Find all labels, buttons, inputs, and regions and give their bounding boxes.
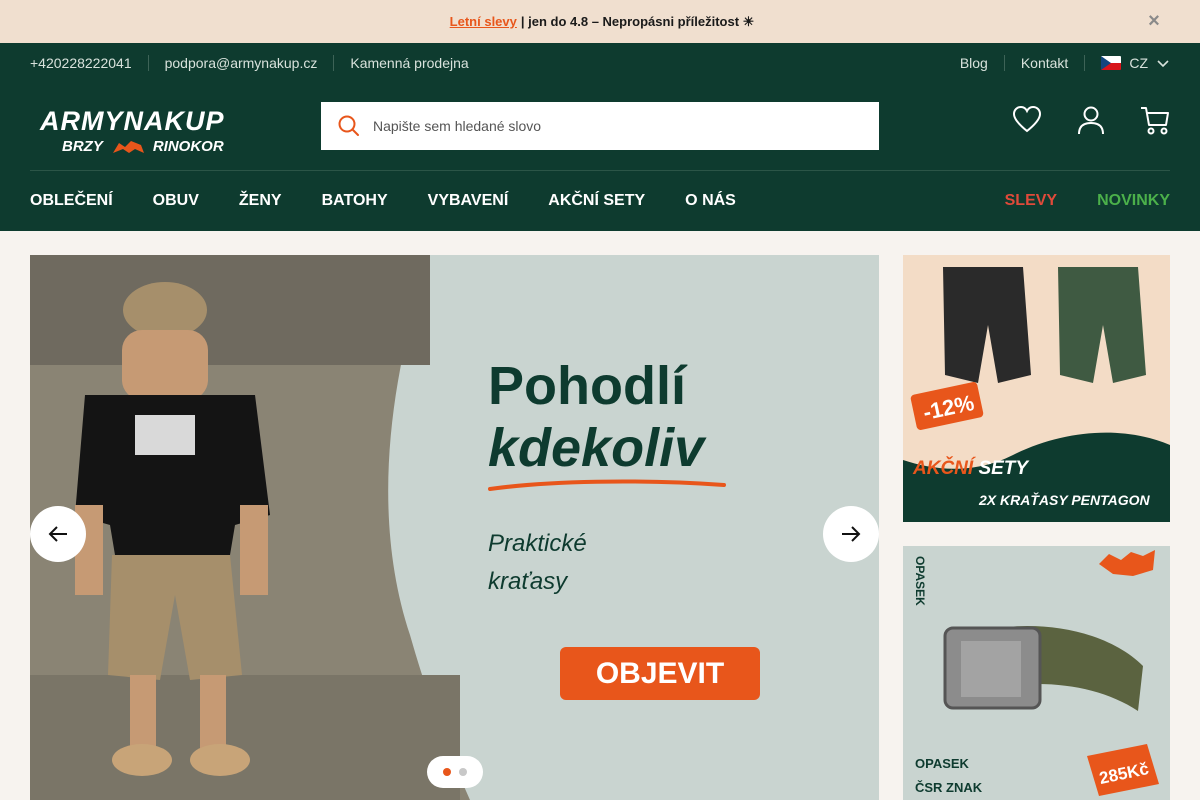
user-icon[interactable] xyxy=(1076,104,1106,136)
slider-dots xyxy=(427,756,483,788)
contact-link[interactable]: Kontakt xyxy=(1021,55,1068,71)
slider-prev-button[interactable] xyxy=(30,506,86,562)
language-selector[interactable]: CZ xyxy=(1101,55,1170,71)
slider-next-button[interactable] xyxy=(823,506,879,562)
close-icon[interactable]: × xyxy=(1144,11,1164,31)
logo-text: ARMYNAKUP xyxy=(40,106,225,136)
divider xyxy=(333,55,335,71)
hero-slider[interactable]: Pohodlí kdekoliv Praktické kraťasy OBJEV… xyxy=(30,255,879,800)
banner2-side-label: OPASEK xyxy=(913,556,927,606)
topbar: +420228222041 podpora@armynakup.cz Kamen… xyxy=(30,43,1170,83)
logo-brzy: BRZY xyxy=(62,138,103,155)
nav-item-novinky[interactable]: NOVINKY xyxy=(1097,192,1170,210)
promo-text: | jen do 4.8 – Nepropásni příležitost ☀ xyxy=(520,13,755,29)
language-label: CZ xyxy=(1129,55,1148,71)
hero-subheading: Praktické kraťasy xyxy=(488,525,688,601)
arrow-left-icon xyxy=(48,526,67,542)
phone-link[interactable]: +420228222041 xyxy=(30,55,132,71)
hero-photo xyxy=(30,255,879,800)
header-icons xyxy=(1012,104,1170,136)
nav-item-akcni-sety[interactable]: AKČNÍ SETY xyxy=(548,192,645,210)
nav-item-obuv[interactable]: OBUV xyxy=(153,192,199,210)
email-link[interactable]: podpora@armynakup.cz xyxy=(165,55,318,71)
nav-item-zeny[interactable]: ŽENY xyxy=(239,192,282,210)
divider xyxy=(147,55,149,71)
banner1-title-b: SETY xyxy=(978,458,1029,479)
banner2-title1: OPASEK xyxy=(915,756,969,771)
slider-dot-2[interactable] xyxy=(459,768,467,776)
promo-banner-akcni-sety[interactable]: -12% AKČNÍ SETY 2X KRAŤASY PENTAGON xyxy=(903,255,1170,522)
nav-item-slevy[interactable]: SLEVY xyxy=(1005,192,1057,210)
nav-item-batohy[interactable]: BATOHY xyxy=(322,192,388,210)
main-nav: OBLEČENÍ OBUV ŽENY BATOHY VYBAVENÍ AKČNÍ… xyxy=(30,170,1170,230)
nav-item-vybaveni[interactable]: VYBAVENÍ xyxy=(428,192,509,210)
search-icon[interactable] xyxy=(337,114,361,138)
chevron-down-icon xyxy=(1157,60,1169,68)
site-logo[interactable]: ARMYNAKUP BRZY RINOKOR xyxy=(40,106,255,162)
slider-dot-1[interactable] xyxy=(443,768,451,776)
nav-item-o-nas[interactable]: O NÁS xyxy=(685,192,736,210)
hero-heading: Pohodlí xyxy=(488,356,686,416)
store-link[interactable]: Kamenná prodejna xyxy=(350,55,468,71)
arrow-right-icon xyxy=(842,526,861,542)
hero-subheading-line2: kraťasy xyxy=(488,568,568,595)
search-box xyxy=(321,102,879,150)
header-main: ARMYNAKUP BRZY RINOKOR xyxy=(30,102,1170,155)
logo-subline: BRZY RINOKOR xyxy=(62,138,255,155)
hero-subheading-line1: Praktické xyxy=(488,530,587,557)
czech-flag-icon xyxy=(1101,56,1122,70)
logo-rinokor: RINOKOR xyxy=(152,138,224,155)
nav-item-obleceni[interactable]: OBLEČENÍ xyxy=(30,192,113,210)
hero-cta-button[interactable]: OBJEVIT xyxy=(560,647,760,700)
banner1-subtitle: 2X KRAŤASY PENTAGON xyxy=(979,492,1150,508)
search-input[interactable] xyxy=(373,118,853,134)
divider xyxy=(1084,55,1086,71)
banner1-title-a: AKČNÍ xyxy=(913,458,974,479)
promo-link[interactable]: Letní slevy xyxy=(450,14,517,29)
banner2-title2: ČSR ZNAK xyxy=(915,780,983,795)
banner1-image xyxy=(903,255,1170,469)
blog-link[interactable]: Blog xyxy=(960,55,988,71)
site-header: +420228222041 podpora@armynakup.cz Kamen… xyxy=(0,43,1200,231)
banner1-title: AKČNÍ SETY xyxy=(913,458,1028,480)
heart-icon[interactable] xyxy=(1012,104,1042,136)
cart-icon[interactable] xyxy=(1140,104,1170,136)
hero-heading-accent: kdekoliv xyxy=(488,418,705,478)
promo-banner-opasek[interactable]: OPASEK OPASEK ČSR ZNAK 285Kč xyxy=(903,546,1170,800)
underline-swoosh xyxy=(488,479,726,491)
rhino-icon xyxy=(112,140,144,153)
promo-bar: Letní slevy | jen do 4.8 – Nepropásni př… xyxy=(0,0,1200,43)
divider xyxy=(1003,55,1005,71)
